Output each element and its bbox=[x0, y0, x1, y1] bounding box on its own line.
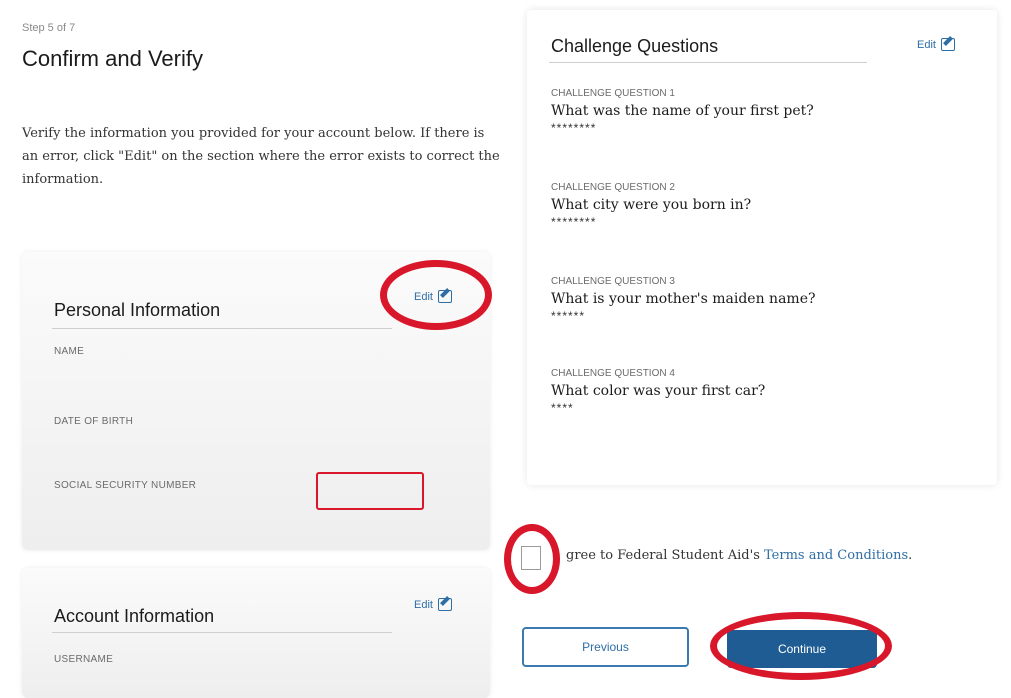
challenge-question-label: CHALLENGE QUESTION 2 bbox=[551, 182, 675, 193]
challenge-question-label: CHALLENGE QUESTION 4 bbox=[551, 368, 675, 379]
challenge-question-text: What city were you born in? bbox=[551, 197, 752, 213]
account-information-card: Account Information Edit USERNAME bbox=[22, 568, 490, 698]
edit-icon bbox=[437, 598, 452, 611]
challenge-questions-title: Challenge Questions bbox=[551, 36, 719, 56]
challenge-edit-label: Edit bbox=[917, 38, 936, 51]
challenge-question-item: CHALLENGE QUESTION 3 What is your mother… bbox=[551, 276, 816, 323]
challenge-questions-divider bbox=[549, 62, 867, 63]
date-of-birth-label: DATE OF BIRTH bbox=[54, 416, 134, 427]
terms-suffix: . bbox=[908, 548, 913, 563]
terms-agreement-text: gree to Federal Student Aid's Terms and … bbox=[566, 548, 912, 563]
personal-information-title: Personal Information bbox=[54, 300, 221, 320]
intro-text: Verify the information you provided for … bbox=[22, 126, 500, 187]
checkbox-highlight-ring bbox=[504, 524, 560, 594]
edit-icon bbox=[940, 38, 955, 51]
challenge-question-item: CHALLENGE QUESTION 1 What was the name o… bbox=[551, 88, 814, 135]
ssn-label: SOCIAL SECURITY NUMBER bbox=[54, 480, 197, 491]
challenge-question-text: What was the name of your first pet? bbox=[551, 103, 814, 119]
username-label: USERNAME bbox=[54, 654, 114, 665]
page-title: Confirm and Verify bbox=[22, 46, 203, 71]
challenge-question-item: CHALLENGE QUESTION 2 What city were you … bbox=[551, 182, 751, 229]
ssn-value-highlight bbox=[316, 472, 424, 510]
edit-highlight-ring bbox=[380, 260, 492, 330]
challenge-question-text: What color was your first car? bbox=[551, 383, 766, 399]
name-label: NAME bbox=[54, 346, 85, 357]
personal-information-divider bbox=[52, 328, 392, 329]
challenge-question-label: CHALLENGE QUESTION 3 bbox=[551, 276, 675, 287]
challenge-answer-masked: ******** bbox=[551, 121, 597, 135]
challenge-question-item: CHALLENGE QUESTION 4 What color was your… bbox=[551, 368, 765, 415]
account-edit-button[interactable]: Edit bbox=[414, 598, 452, 611]
challenge-question-text: What is your mother's maiden name? bbox=[551, 291, 816, 307]
terms-prefix: gree to Federal Student Aid's bbox=[566, 548, 765, 563]
challenge-questions-card: Challenge Questions Edit CHALLENGE QUEST… bbox=[527, 10, 997, 485]
terms-and-conditions-link[interactable]: Terms and Conditions bbox=[764, 548, 908, 563]
account-information-divider bbox=[52, 632, 392, 633]
challenge-answer-masked: ****** bbox=[551, 309, 586, 323]
continue-highlight-ring bbox=[710, 612, 892, 680]
challenge-answer-masked: ******** bbox=[551, 215, 597, 229]
challenge-question-label: CHALLENGE QUESTION 1 bbox=[551, 88, 675, 99]
account-edit-label: Edit bbox=[414, 598, 433, 611]
challenge-edit-button[interactable]: Edit bbox=[917, 38, 955, 51]
account-information-title: Account Information bbox=[54, 606, 215, 626]
step-indicator: Step 5 of 7 bbox=[22, 22, 76, 34]
challenge-answer-masked: **** bbox=[551, 401, 574, 415]
previous-button[interactable]: Previous bbox=[522, 627, 689, 667]
